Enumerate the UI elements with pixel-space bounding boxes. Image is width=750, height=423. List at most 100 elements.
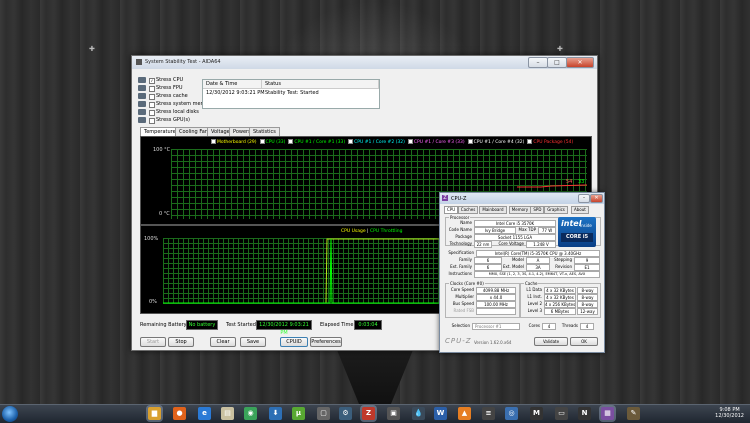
gamepad-icon[interactable]: M bbox=[530, 407, 543, 420]
clocks-group-title: Clocks (Core #0) bbox=[449, 281, 485, 286]
cpuz-tab-spd[interactable]: SPD bbox=[530, 206, 545, 214]
core-speed-field: 4099.88 MHz bbox=[476, 287, 516, 294]
steam-icon[interactable]: ⚙ bbox=[339, 407, 352, 420]
ext-family-field: 6 bbox=[474, 264, 502, 271]
bus-speed-label: Bus Speed bbox=[452, 301, 474, 306]
cache-size-field: 4 x 32 KBytes bbox=[544, 287, 576, 294]
close-button[interactable]: ✕ bbox=[566, 57, 594, 68]
device-icon bbox=[138, 77, 146, 83]
tool-icon[interactable]: ✎ bbox=[627, 407, 640, 420]
utorrent-icon[interactable]: µ bbox=[292, 407, 305, 420]
cpuz-tab-about[interactable]: About bbox=[571, 206, 589, 214]
cpuz-titlebar[interactable]: Z CPU-Z – ✕ bbox=[440, 193, 604, 204]
aida64-titlebar[interactable]: System Stability Test - AIDA64 – □ ✕ bbox=[132, 56, 597, 69]
core-voltage-label: Core Voltage bbox=[498, 241, 524, 246]
downloader-icon[interactable]: ⬇ bbox=[269, 407, 282, 420]
maxtdp-field: 77 W bbox=[538, 227, 556, 234]
revision-field: E1 bbox=[574, 264, 600, 271]
cpuz-icon: Z bbox=[442, 195, 448, 201]
device-icon bbox=[138, 93, 146, 99]
rated-fsb-label: Rated FSB bbox=[453, 308, 475, 313]
cpuz-icon[interactable]: Z bbox=[362, 407, 375, 420]
validate-button[interactable]: Validate bbox=[534, 337, 568, 346]
cpuz-close-button[interactable]: ✕ bbox=[590, 194, 603, 203]
intel-inside: inside bbox=[580, 223, 592, 228]
preferences-button[interactable]: Preferences bbox=[310, 337, 342, 347]
waterdrop-icon[interactable]: 💧 bbox=[412, 407, 425, 420]
log-header-datetime[interactable]: Date & Time bbox=[203, 80, 262, 89]
status-log-table[interactable]: Date & Time Status 12/30/2012 9:03:21 PM… bbox=[202, 79, 380, 109]
start-button[interactable]: Start bbox=[140, 337, 166, 347]
firefox-icon[interactable]: ● bbox=[173, 407, 186, 420]
system-clock[interactable]: 9:08 PM 12/30/2012 bbox=[715, 407, 744, 419]
test-started-value: 12/30/2012 9:03:21 PM bbox=[256, 320, 312, 336]
family-label: Family bbox=[459, 257, 472, 262]
instructions-label: Instructions bbox=[448, 271, 473, 276]
cache-way-field: 12-way bbox=[577, 308, 598, 315]
battery-label: Remaining Battery: bbox=[140, 322, 188, 328]
ext-model-label: Ext. Model bbox=[502, 264, 524, 269]
cores-field: 4 bbox=[542, 323, 556, 330]
cpuz-minimize-button[interactable]: – bbox=[578, 194, 590, 203]
intel-brand: intel bbox=[561, 219, 582, 228]
threads-field: 4 bbox=[580, 323, 594, 330]
selection-label: Selection bbox=[451, 323, 470, 328]
files-icon[interactable]: ▤ bbox=[221, 407, 234, 420]
core-voltage-field: 1.248 V bbox=[526, 241, 556, 248]
windows-start-button[interactable] bbox=[2, 406, 18, 422]
family-field: 6 bbox=[474, 257, 502, 264]
maximize-button[interactable]: □ bbox=[547, 57, 567, 68]
app2-icon[interactable]: ▣ bbox=[387, 407, 400, 420]
cpuz-tab-graphics[interactable]: Graphics bbox=[544, 206, 568, 214]
device-icon bbox=[138, 109, 146, 115]
stop-button[interactable]: Stop bbox=[168, 337, 194, 347]
cache-level-label: Level 2 bbox=[527, 301, 542, 306]
cpuz-tab-memory[interactable]: Memory bbox=[508, 206, 532, 214]
ok-button[interactable]: OK bbox=[570, 337, 598, 346]
battery-value: No battery bbox=[186, 320, 218, 330]
instructions-field: MMX, SSE (1, 2, 3, 3S, 4.1, 4.2), EM64T,… bbox=[474, 271, 600, 278]
cache-way-field: 8-way bbox=[577, 287, 598, 294]
processor-select[interactable]: Processor #1 bbox=[472, 323, 520, 330]
codename-label: Code Name bbox=[448, 227, 472, 232]
cores-label: Cores bbox=[528, 323, 540, 328]
window-title: System Stability Test - AIDA64 bbox=[145, 59, 221, 65]
aida-icon[interactable]: ▦ bbox=[601, 407, 614, 420]
chrome-icon[interactable]: ◉ bbox=[244, 407, 257, 420]
cache-size-field: 4 x 32 KBytes bbox=[544, 294, 576, 301]
cpuz-window[interactable]: Z CPU-Z – ✕ CPU Caches Mainboard Memory SPD G… bbox=[439, 192, 605, 353]
log-header-status[interactable]: Status bbox=[262, 80, 379, 89]
cpuz-tab-cpu[interactable]: CPU bbox=[444, 206, 459, 214]
log-cell-status: Stability Test: Started bbox=[265, 90, 319, 96]
save-button[interactable]: Save bbox=[240, 337, 266, 347]
elapsed-time-value: 0:03:04 bbox=[354, 320, 382, 330]
ie-icon[interactable]: e bbox=[198, 407, 211, 420]
cpuz-tab-mainboard[interactable]: Mainboard bbox=[479, 206, 507, 214]
nvidia-icon[interactable]: N bbox=[578, 407, 591, 420]
stress-option[interactable]: Stress local disks bbox=[138, 108, 228, 116]
word-icon[interactable]: W bbox=[434, 407, 447, 420]
cpuz-tab-caches[interactable]: Caches bbox=[457, 206, 479, 214]
package-label: Package bbox=[455, 234, 472, 239]
core-i5-badge: CORE i5 bbox=[561, 233, 593, 242]
cpuz-version: Version 1.62.0.x64 bbox=[474, 340, 512, 345]
device-icon bbox=[138, 101, 146, 107]
clear-button[interactable]: Clear bbox=[210, 337, 236, 347]
sparkle-icon: ✚ bbox=[89, 45, 95, 53]
stress-option-label: Stress cache bbox=[156, 93, 188, 99]
cache-level-label: Level 3 bbox=[527, 308, 542, 313]
test-started-label: Test Started: bbox=[226, 322, 258, 328]
stress-option[interactable]: Stress GPU(s) bbox=[138, 116, 228, 124]
monitor-icon[interactable]: ▭ bbox=[555, 407, 568, 420]
minimize-button[interactable]: – bbox=[528, 57, 548, 68]
stress-checkbox[interactable] bbox=[149, 118, 155, 124]
codename-field: Ivy Bridge bbox=[474, 227, 516, 234]
folder-icon[interactable]: ▆ bbox=[148, 407, 161, 420]
cpuid-button[interactable]: CPUID bbox=[280, 337, 308, 347]
vlc-icon[interactable]: ▲ bbox=[458, 407, 471, 420]
app-icon[interactable]: ▢ bbox=[317, 407, 330, 420]
winamp-icon[interactable]: ≡ bbox=[482, 407, 495, 420]
bus-speed-field: 100.00 MHz bbox=[476, 301, 516, 308]
app3-icon[interactable]: ◎ bbox=[505, 407, 518, 420]
stress-option-label: Stress FPU bbox=[156, 85, 183, 91]
